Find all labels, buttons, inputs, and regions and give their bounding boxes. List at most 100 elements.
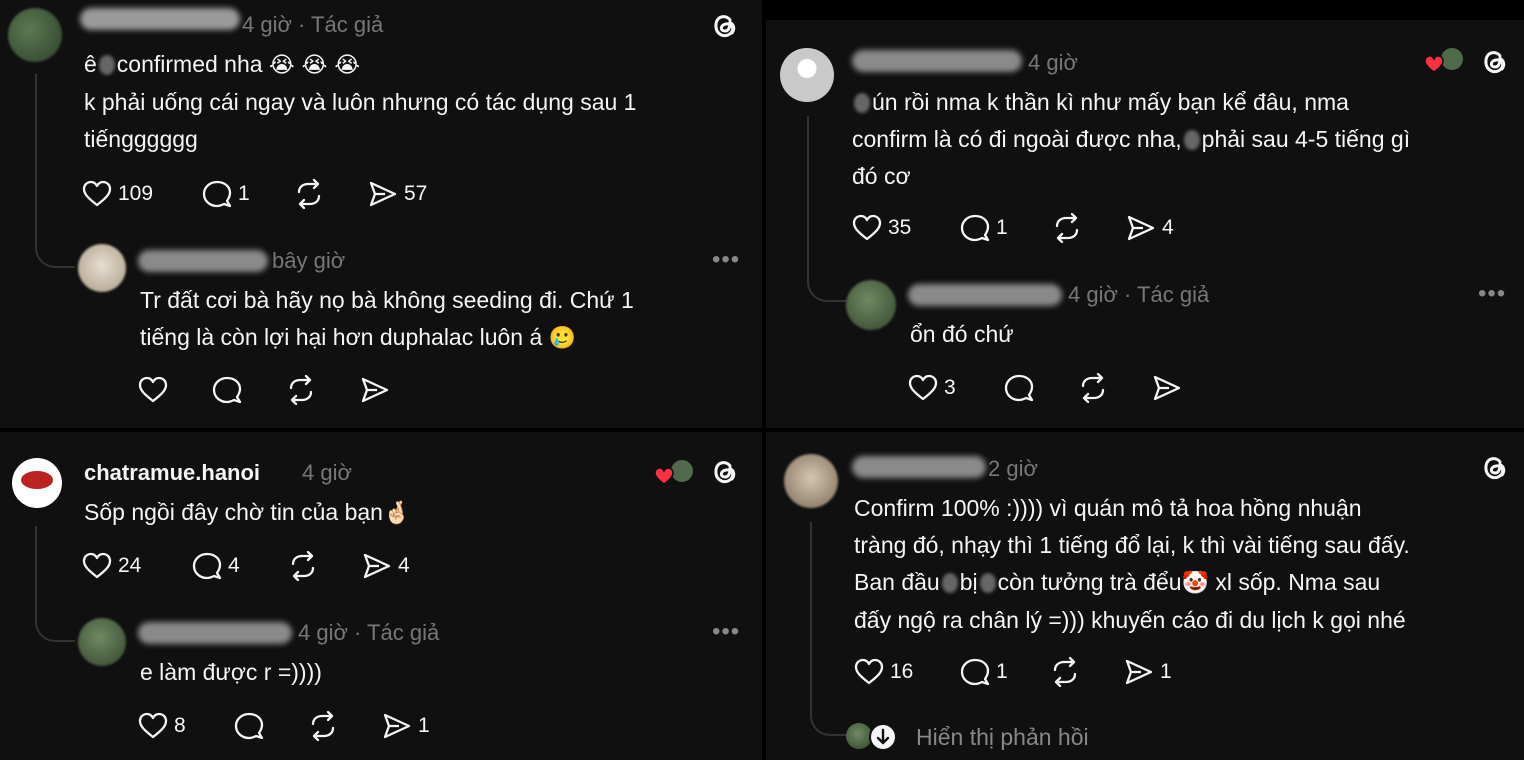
heart-icon <box>138 712 168 739</box>
repost-button[interactable] <box>308 708 338 744</box>
reply-button[interactable] <box>212 372 242 408</box>
action-bar: 16 1 1 <box>854 654 1254 690</box>
repost-icon <box>1055 213 1079 243</box>
repost-icon <box>311 711 335 741</box>
avatar[interactable] <box>780 48 834 102</box>
like-count: 16 <box>890 660 914 683</box>
post-meta: 4 giờ · Tác giả <box>298 620 440 645</box>
threads-logo-icon[interactable] <box>1478 452 1510 484</box>
post-meta: 4 giờ · Tác giả <box>1068 282 1210 307</box>
like-button[interactable]: 3 <box>908 370 956 406</box>
like-button[interactable]: 24 <box>82 548 141 584</box>
text-line: Confirm 100% :)))) vì quán mô tả hoa hồn… <box>854 495 1362 521</box>
more-icon[interactable]: ••• <box>712 246 740 274</box>
share-icon <box>1125 659 1153 685</box>
reply-button[interactable]: 4 <box>192 548 240 584</box>
like-button[interactable]: 35 <box>852 210 911 246</box>
repost-button[interactable] <box>1052 210 1082 246</box>
repost-button[interactable] <box>286 372 316 408</box>
text-line: tiếng là còn lợi hại hơn duphalac luôn á <box>140 324 543 350</box>
reply-button[interactable]: 1 <box>960 210 1008 246</box>
like-count: 24 <box>118 554 142 577</box>
heart-icon <box>82 180 112 207</box>
like-count: 35 <box>888 216 912 239</box>
action-bar: 35 1 4 <box>852 210 1252 246</box>
reply-count: 1 <box>238 182 250 205</box>
heart-icon <box>82 552 112 579</box>
reply-button[interactable] <box>234 708 264 744</box>
share-button[interactable]: 1 <box>1124 654 1172 690</box>
text-fragment: confirmed nha <box>116 51 263 77</box>
thread-connector <box>35 616 75 642</box>
comment-text: Sốp ngồi đây chờ tin của bạn🤞🏻 <box>84 494 724 532</box>
threads-logo-icon[interactable] <box>708 10 740 42</box>
comment-icon <box>192 552 222 580</box>
comment-text: Confirm 100% :)))) vì quán mô tả hoa hồn… <box>854 490 1519 639</box>
more-icon[interactable]: ••• <box>1478 280 1506 308</box>
like-button[interactable]: 16 <box>854 654 913 690</box>
threads-logo-icon[interactable] <box>1478 46 1510 78</box>
post-meta: 4 giờ · Tác giả <box>242 12 384 37</box>
username-blurred[interactable] <box>138 622 292 644</box>
text-fragment: confirm là có đi ngoài được nha, <box>852 126 1182 152</box>
comment-panel-2: chatramue.hanoi 4 giờ Sốp ngồi đây chờ t… <box>0 432 762 760</box>
post-meta: bây giờ <box>272 248 346 273</box>
like-button[interactable] <box>138 372 168 408</box>
like-button[interactable]: 109 <box>82 176 153 212</box>
action-bar: 109 1 57 <box>82 176 482 212</box>
share-button[interactable] <box>360 372 390 408</box>
threads-logo-icon[interactable] <box>708 456 740 488</box>
avatar[interactable] <box>8 8 62 62</box>
avatar[interactable] <box>784 454 838 508</box>
share-icon <box>1153 375 1181 401</box>
crossed-fingers-emoji: 🤞🏻 <box>382 501 411 526</box>
reply-button[interactable] <box>1004 370 1034 406</box>
show-replies-label[interactable]: Hiển thị phản hồi <box>916 724 1089 751</box>
shop-avatar[interactable] <box>12 458 62 508</box>
comment-panel-4: 2 giờ Confirm 100% :)))) vì quán mô tả h… <box>766 432 1524 760</box>
share-count: 1 <box>418 714 430 737</box>
username-blurred[interactable] <box>852 456 986 478</box>
repost-icon <box>1053 657 1077 687</box>
username[interactable]: chatramue.hanoi <box>84 460 260 486</box>
username-blurred[interactable] <box>852 50 1022 72</box>
repost-button[interactable] <box>294 176 324 212</box>
avatar[interactable] <box>78 618 126 666</box>
share-count: 1 <box>1160 660 1172 683</box>
arrow-down-icon <box>869 723 897 751</box>
text-line: ổn đó chứ <box>910 321 1014 347</box>
reply-button[interactable]: 1 <box>202 176 250 212</box>
text-line: e làm được r =)))) <box>140 659 322 685</box>
thread-line <box>35 74 37 242</box>
share-button[interactable] <box>1152 370 1182 406</box>
username-blurred[interactable] <box>80 8 240 30</box>
avatar[interactable] <box>78 244 126 292</box>
repost-button[interactable] <box>1078 370 1108 406</box>
show-replies-row[interactable]: Hiển thị phản hồi <box>846 720 1146 754</box>
repost-icon <box>289 375 313 405</box>
redacted-name <box>979 573 996 593</box>
reply-button[interactable]: 1 <box>960 654 1008 690</box>
repost-icon <box>297 179 321 209</box>
avatar[interactable] <box>846 280 896 330</box>
heart-icon <box>138 376 168 403</box>
share-button[interactable]: 4 <box>362 548 410 584</box>
like-button[interactable]: 8 <box>138 708 186 744</box>
username-blurred[interactable] <box>138 250 268 272</box>
share-button[interactable]: 57 <box>368 176 427 212</box>
heart-icon <box>854 658 884 685</box>
share-button[interactable]: 1 <box>382 708 430 744</box>
username-blurred[interactable] <box>908 284 1062 306</box>
thread-line <box>35 526 37 626</box>
comment-panel-3: 4 giờ ún rồi nma k thần kì như mấy bạn k… <box>766 20 1524 428</box>
repost-button[interactable] <box>1050 654 1080 690</box>
share-count: 57 <box>404 182 428 205</box>
repost-icon <box>1081 373 1105 403</box>
action-bar: 24 4 4 <box>82 548 482 584</box>
thread-line <box>807 116 809 276</box>
more-icon[interactable]: ••• <box>712 618 740 646</box>
repost-button[interactable] <box>288 548 318 584</box>
thread-connector <box>35 230 75 268</box>
share-button[interactable]: 4 <box>1126 210 1174 246</box>
comment-icon <box>960 214 990 242</box>
